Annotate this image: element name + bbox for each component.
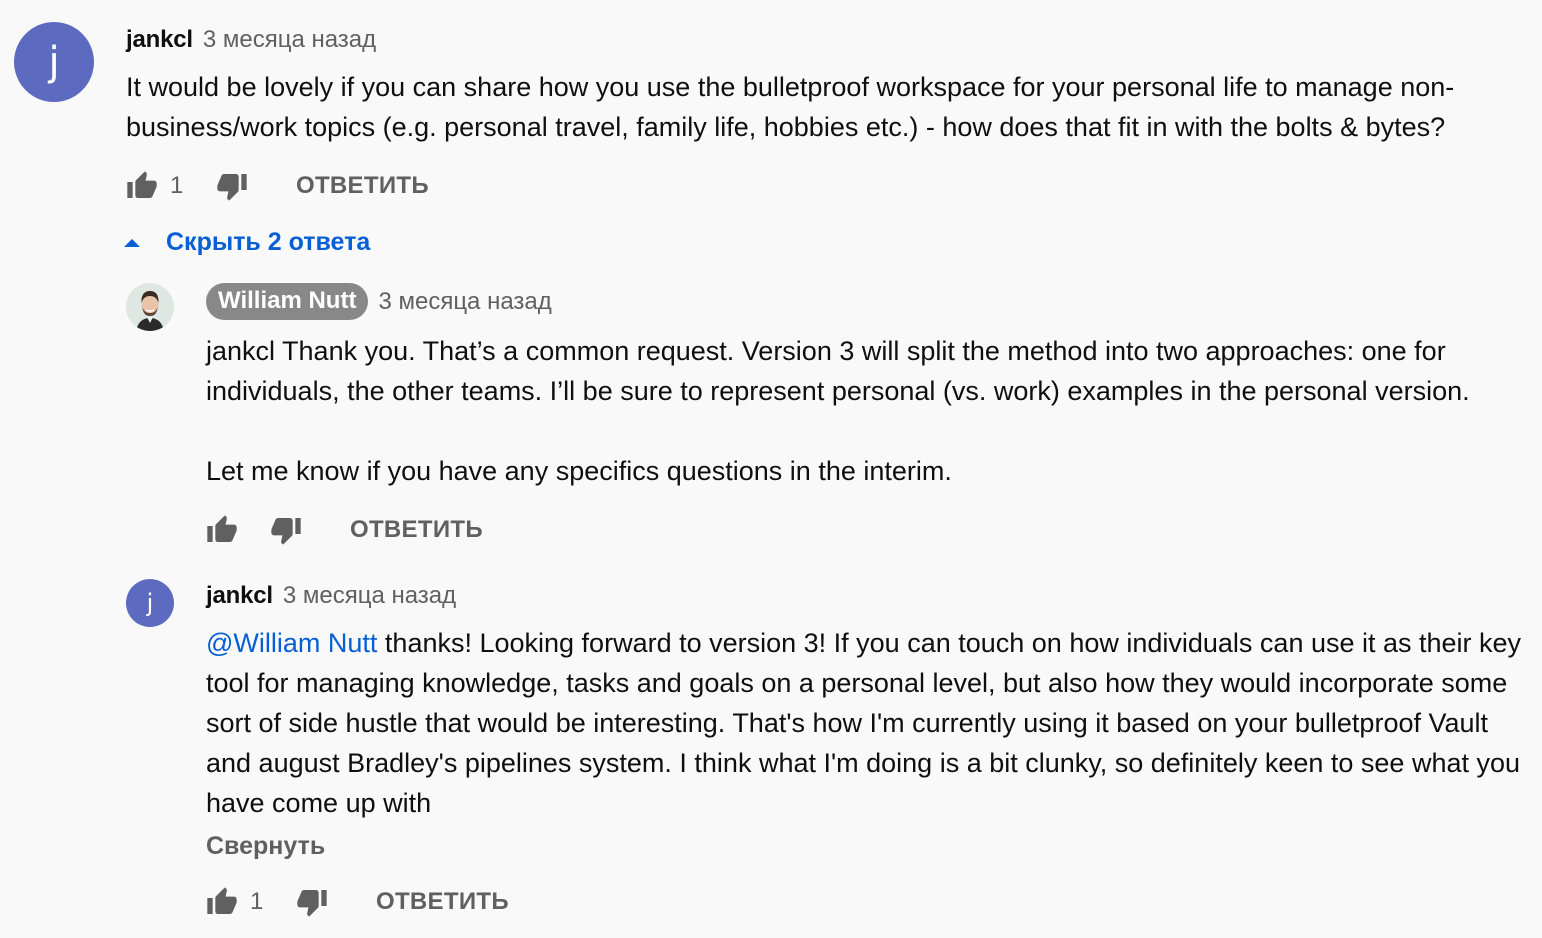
reply-text: jankcl Thank you. That’s a common reques…: [206, 331, 1526, 491]
like-count: 1: [250, 888, 264, 915]
dislike-button[interactable]: [214, 168, 250, 204]
comment-timestamp[interactable]: 3 месяца назад: [283, 582, 456, 610]
hide-replies-button[interactable]: Скрыть 2 ответа: [124, 228, 370, 257]
avatar-letter: j: [146, 589, 154, 617]
comment-timestamp[interactable]: 3 месяца назад: [378, 288, 551, 316]
reply-actions: ОТВЕТИТЬ: [204, 512, 483, 548]
comment-text: It would be lovely if you can share how …: [126, 72, 1455, 142]
comment-actions: 1 ОТВЕТИТЬ: [124, 168, 429, 204]
thumbs-up-icon: [207, 887, 237, 914]
author-name[interactable]: jankcl: [126, 26, 193, 54]
comment-timestamp[interactable]: 3 месяца назад: [203, 26, 376, 54]
like-button[interactable]: [204, 884, 240, 920]
avatar-letter: j: [48, 39, 60, 85]
reply-paragraph: Let me know if you have any specifics qu…: [206, 456, 952, 486]
collapse-button[interactable]: Свернуть: [206, 832, 325, 861]
profile-photo-icon: [126, 283, 174, 331]
reply-body: thanks! Looking forward to version 3! If…: [206, 628, 1522, 818]
like-button[interactable]: [204, 512, 240, 548]
reply-button[interactable]: ОТВЕТИТЬ: [296, 172, 429, 200]
reply-header: jankcl 3 месяца назад: [206, 582, 456, 610]
mention-link[interactable]: @William Nutt: [206, 628, 377, 658]
caret-up-icon: [124, 238, 140, 247]
author-name[interactable]: jankcl: [206, 582, 273, 610]
thumbs-up-icon: [127, 171, 157, 198]
reply-text: @William Nutt thanks! Looking forward to…: [206, 623, 1526, 823]
dislike-button[interactable]: [268, 512, 304, 548]
like-count: 1: [170, 172, 184, 199]
reply-button[interactable]: ОТВЕТИТЬ: [350, 516, 483, 544]
reply-button[interactable]: ОТВЕТИТЬ: [376, 888, 509, 916]
hide-replies-label: Скрыть 2 ответа: [166, 228, 371, 256]
avatar[interactable]: [126, 283, 174, 331]
thumbs-down-icon: [297, 890, 327, 917]
avatar[interactable]: j: [14, 22, 94, 102]
like-button[interactable]: [124, 168, 160, 204]
avatar[interactable]: j: [126, 579, 174, 627]
reply-actions: 1 ОТВЕТИТЬ: [204, 884, 509, 920]
dislike-button[interactable]: [294, 884, 330, 920]
thumbs-up-icon: [207, 515, 237, 542]
thumbs-down-icon: [217, 174, 247, 201]
thumbs-down-icon: [271, 518, 301, 545]
reply-header: William Nutt 3 месяца назад: [206, 283, 552, 320]
comment-header: jankcl 3 месяца назад: [126, 26, 376, 54]
reply-paragraph: jankcl Thank you. That’s a common reques…: [206, 336, 1470, 406]
author-badge[interactable]: William Nutt: [206, 283, 369, 320]
